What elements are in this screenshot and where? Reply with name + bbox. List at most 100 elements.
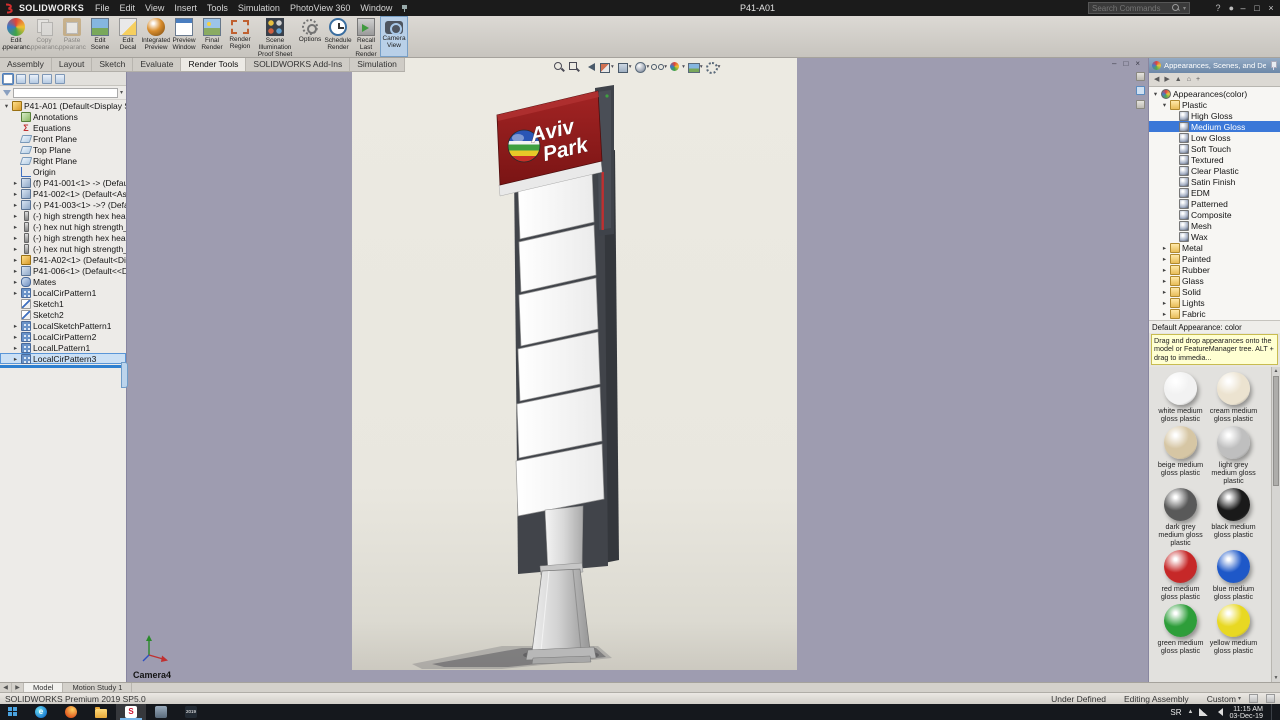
maximize-button[interactable]: □ — [1250, 0, 1264, 16]
zoom-area-icon[interactable] — [568, 61, 581, 73]
tree-item[interactable]: ▸ LocalLPattern1 — [0, 342, 126, 353]
black medium gloss plastic[interactable]: black medium gloss plastic — [1207, 488, 1260, 547]
exp-collapse-icon[interactable]: ▸ — [1161, 255, 1168, 263]
appearance-tree-item[interactable]: Composite — [1149, 209, 1280, 220]
exp-collapse-icon[interactable]: ▾ — [3, 102, 10, 110]
appearance-tree-item[interactable]: ▸ Lights — [1149, 297, 1280, 308]
exp-collapse-icon[interactable]: ▸ — [12, 289, 19, 297]
tree-item[interactable]: ▸ LocalCirPattern2 — [0, 331, 126, 342]
menu-item[interactable]: Window — [355, 0, 397, 16]
solidworks-icon[interactable]: S — [116, 704, 146, 720]
doc-minimize-button[interactable]: – — [1112, 58, 1116, 70]
tree-item[interactable]: ▸ LocalCirPattern1 — [0, 287, 126, 298]
menu-item[interactable]: PhotoView 360 — [285, 0, 355, 16]
tree-item[interactable]: ▸ P41-006<1> (Default<<Default>_... — [0, 265, 126, 276]
propertymanager-tab[interactable] — [16, 74, 26, 84]
search-dropdown-icon[interactable]: ▾ — [1183, 5, 1186, 12]
minimize-button[interactable]: – — [1236, 0, 1250, 16]
tree-item[interactable]: ▾ P41-A01 (Default<Display State-1>) — [0, 100, 126, 111]
status-item[interactable]: Custom ▾ — [1207, 694, 1241, 704]
tab-sketch[interactable]: Sketch — [92, 58, 133, 71]
panel-splitter-handle[interactable] — [121, 362, 128, 388]
tree-item[interactable]: Right Plane — [0, 155, 126, 166]
appearance-tree-item[interactable]: ▸ Solid — [1149, 286, 1280, 297]
tab-simulation[interactable]: Simulation — [350, 58, 405, 71]
preview-window-button[interactable]: Preview Window — [170, 16, 198, 57]
solidworks-2019-icon[interactable]: 2019 — [176, 704, 206, 720]
exp-collapse-icon[interactable]: ▸ — [1161, 266, 1168, 274]
cream medium gloss plastic[interactable]: cream medium gloss plastic — [1207, 372, 1260, 423]
language-indicator[interactable]: SR — [1170, 708, 1181, 717]
recall-last-render-button[interactable]: Recall Last Render — [352, 16, 380, 57]
appearances-tab-icon[interactable] — [1136, 86, 1145, 95]
exp-collapse-icon[interactable]: ▸ — [12, 333, 19, 341]
appearance-tree-item[interactable]: ▾ Appearances(color) — [1149, 88, 1280, 99]
filter-dropdown-icon[interactable]: ▾ — [120, 89, 123, 96]
section-view-icon[interactable]: ▾ — [598, 61, 614, 73]
exp-collapse-icon[interactable]: ▸ — [1161, 288, 1168, 296]
blue medium gloss plastic[interactable]: blue medium gloss plastic — [1207, 550, 1260, 601]
tab-evaluate[interactable]: Evaluate — [133, 58, 181, 71]
menu-item[interactable]: Edit — [115, 0, 141, 16]
appearance-tree-item[interactable]: Patterned — [1149, 198, 1280, 209]
edge-icon[interactable]: e — [26, 704, 56, 720]
menu-item[interactable]: Insert — [169, 0, 202, 16]
appearance-tree-item[interactable]: Mesh — [1149, 220, 1280, 231]
filter-icon[interactable] — [3, 90, 11, 96]
network-icon[interactable] — [1199, 708, 1208, 716]
tree-item[interactable]: ▸ (-) hex nut high strength_din<331> (..… — [0, 243, 126, 254]
tree-item[interactable]: ▸ P41-002<1> (Default<As Machined... — [0, 188, 126, 199]
exp-collapse-icon[interactable]: ▸ — [1161, 310, 1168, 318]
copy-appearance-button[interactable]: Copy Appearance — [30, 16, 58, 57]
tab-solidworks-add-ins[interactable]: SOLIDWORKS Add-Ins — [246, 58, 350, 71]
tab-scroll-left-icon[interactable]: ◀ — [0, 683, 12, 692]
rollback-bar[interactable] — [0, 365, 126, 368]
appearance-tree-item[interactable]: Wax — [1149, 231, 1280, 242]
home-button[interactable]: ⌂ — [1187, 74, 1191, 85]
hidden-icons-chevron[interactable]: ▲ — [1187, 709, 1193, 715]
zoom-fit-icon[interactable] — [553, 61, 566, 73]
doc-restore-button[interactable]: □ — [1123, 58, 1128, 70]
exp-collapse-icon[interactable]: ▸ — [12, 245, 19, 253]
status-icon-2[interactable] — [1266, 694, 1275, 703]
pylon-sign-model[interactable]: Aviv Park — [352, 58, 797, 670]
final-render-button[interactable]: Final Render — [198, 16, 226, 57]
status-icon-1[interactable] — [1249, 694, 1258, 703]
tree-item[interactable]: ▸ LocalCirPattern3 — [0, 353, 126, 364]
green medium gloss plastic[interactable]: green medium gloss plastic — [1154, 604, 1207, 655]
tab-layout[interactable]: Layout — [52, 58, 93, 71]
hide-show-items-icon[interactable]: ▾ — [651, 61, 667, 73]
tree-item[interactable]: Origin — [0, 166, 126, 177]
appearance-tree-item[interactable]: ▸ Metal — [1149, 242, 1280, 253]
tree-item[interactable]: Sketch1 — [0, 298, 126, 309]
display-style-icon[interactable]: ▾ — [634, 61, 650, 73]
view-settings-icon[interactable]: ▾ — [705, 61, 721, 73]
displaymanager-tab[interactable] — [55, 74, 65, 84]
tree-item[interactable]: ▸ (f) P41-001<1> -> (Default<As Mac... — [0, 177, 126, 188]
paste-appearance-button[interactable]: Paste Appearance — [58, 16, 86, 57]
search-input[interactable] — [1092, 4, 1169, 13]
scroll-up-icon[interactable]: ▲ — [1272, 368, 1280, 374]
tab-scroll-right-icon[interactable]: ▶ — [12, 683, 24, 692]
graphics-viewport[interactable]: Aviv Park — [127, 58, 1148, 682]
doc-close-button[interactable]: × — [1135, 58, 1140, 70]
appearance-tree-item[interactable]: ▸ Fabric — [1149, 308, 1280, 319]
custom-properties-tab-icon[interactable] — [1136, 100, 1145, 109]
appearance-tree-item[interactable]: ▸ Glass — [1149, 275, 1280, 286]
exp-collapse-icon[interactable]: ▸ — [12, 190, 19, 198]
edit-decal-button[interactable]: Edit Decal — [114, 16, 142, 57]
light grey medium gloss plastic[interactable]: light grey medium gloss plastic — [1207, 426, 1260, 485]
exp-collapse-icon[interactable]: ▸ — [12, 201, 19, 209]
user-icon[interactable]: ● — [1229, 3, 1234, 13]
appearance-tree-item[interactable]: EDM — [1149, 187, 1280, 198]
apply-scene-icon[interactable]: ▾ — [687, 61, 703, 73]
tree-item[interactable]: ▸ Mates — [0, 276, 126, 287]
tree-filter-input[interactable] — [13, 88, 118, 98]
featuremanager-tab[interactable] — [3, 74, 13, 84]
edit-appearance-button[interactable]: Edit Appearance — [2, 16, 30, 57]
tab-model[interactable]: Model — [24, 683, 63, 692]
tree-item[interactable]: ▸ (-) high strength hex head bolt_din<..… — [0, 232, 126, 243]
exp-collapse-icon[interactable]: ▸ — [12, 179, 19, 187]
appearance-tree-item[interactable]: Satin Finish — [1149, 176, 1280, 187]
menu-item[interactable]: View — [140, 0, 169, 16]
